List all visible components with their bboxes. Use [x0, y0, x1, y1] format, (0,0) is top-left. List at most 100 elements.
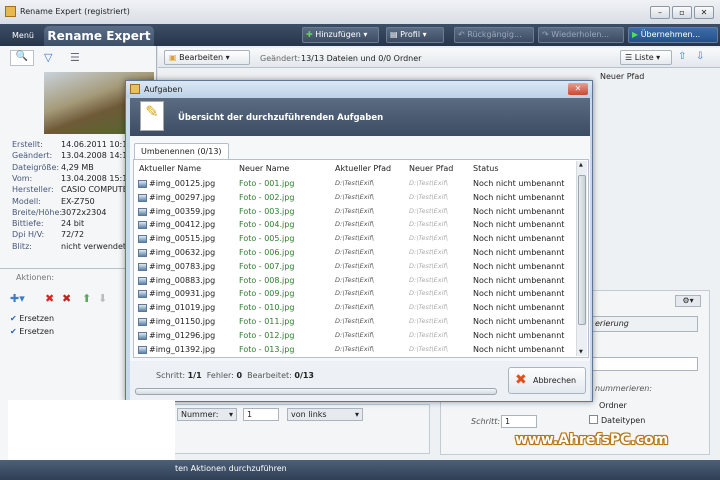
view-select[interactable]: ☰ Liste ▾ — [620, 50, 672, 65]
current-path: D:\Test\Exif\ — [335, 344, 374, 353]
numbering-field[interactable]: erierung — [591, 316, 698, 332]
current-path: D:\Test\Exif\ — [335, 206, 374, 215]
progress-bar — [135, 388, 497, 395]
table-row[interactable]: #img_01392.jpg Foto - 013.jpg D:\Test\Ex… — [136, 343, 576, 357]
scroll-thumb[interactable] — [578, 175, 586, 325]
step-stepper[interactable]: 1 — [501, 415, 537, 428]
number-select[interactable]: Nummer: ▾ — [177, 408, 237, 421]
folder-checkbox-label[interactable]: Ordner — [599, 401, 627, 410]
text-field[interactable] — [591, 357, 698, 371]
new-path: D:\Test\Exif\ — [409, 275, 448, 284]
table-row[interactable]: #img_00125.jpg Foto - 001.jpg D:\Test\Ex… — [136, 177, 576, 191]
arrow-down-icon[interactable]: ⇩ — [696, 51, 704, 62]
table-row[interactable]: #img_00632.jpg Foto - 006.jpg D:\Test\Ex… — [136, 246, 576, 260]
table-row[interactable]: #img_01150.jpg Foto - 011.jpg D:\Test\Ex… — [136, 315, 576, 329]
status: Noch nicht umbenannt — [473, 248, 565, 257]
new-name: Foto - 005.jpg — [239, 234, 295, 244]
table-row[interactable]: #img_00297.jpg Foto - 002.jpg D:\Test\Ex… — [136, 191, 576, 205]
action-item[interactable]: ✔ Ersetzen — [10, 327, 54, 336]
add-button[interactable]: ✚ Hinzufügen ▾ — [302, 27, 379, 43]
app-icon — [5, 6, 16, 17]
column-header[interactable]: Neuer Name — [239, 164, 289, 173]
number-stepper[interactable]: 1 — [243, 408, 279, 421]
undo-button[interactable]: ↶ Rückgängig... — [454, 27, 534, 43]
image-file-icon — [138, 276, 147, 285]
info-value: 4,29 MB — [61, 162, 94, 172]
status: Noch nicht umbenannt — [473, 330, 565, 340]
filter-icon[interactable]: ▽ — [44, 51, 52, 64]
profile-button[interactable]: ▤ Profil ▾ — [386, 27, 444, 43]
task-list: Aktueller Name Neuer Name Aktueller Pfad… — [133, 159, 589, 358]
dialog-banner: ✎ Übersicht der durchzuführenden Aufgabe… — [130, 98, 590, 136]
profile-icon: ▤ — [390, 30, 401, 39]
cancel-button[interactable]: ✖ Abbrechen — [508, 367, 586, 394]
current-path: D:\Test\Exif\ — [335, 275, 374, 284]
search-tab-icon[interactable]: 🔍 — [10, 50, 34, 66]
move-up-icon[interactable]: ⬆ — [82, 292, 91, 305]
dialog-titlebar: Aufgaben ✕ — [126, 81, 592, 98]
scrollbar[interactable]: ▲ ▼ — [576, 161, 587, 356]
maximize-button[interactable]: ▫ — [672, 6, 692, 19]
apply-button[interactable]: ▶ Übernehmen... — [628, 27, 718, 43]
new-path: D:\Test\Exif\ — [409, 330, 448, 339]
table-row[interactable]: #img_00359.jpg Foto - 003.jpg D:\Test\Ex… — [136, 205, 576, 219]
app-tab[interactable]: Rename Expert — [44, 26, 154, 46]
table-row[interactable]: #img_00931.jpg Foto - 009.jpg D:\Test\Ex… — [136, 287, 576, 301]
image-file-icon — [138, 290, 147, 299]
table-row[interactable]: #img_00412.jpg Foto - 004.jpg D:\Test\Ex… — [136, 218, 576, 232]
delete-all-icon[interactable]: ✖ — [62, 292, 71, 305]
column-header[interactable]: Aktueller Pfad — [335, 164, 391, 173]
scroll-down-icon[interactable]: ▼ — [579, 349, 583, 355]
table-row[interactable]: #img_01296.jpg Foto - 012.jpg D:\Test\Ex… — [136, 329, 576, 343]
tasks-dialog: Aufgaben ✕ ✎ Übersicht der durchzuführen… — [125, 80, 593, 402]
settings-icon[interactable]: ⚙▾ — [675, 295, 701, 307]
status: Noch nicht umbenannt — [473, 206, 565, 216]
table-row[interactable]: #img_00883.jpg Foto - 008.jpg D:\Test\Ex… — [136, 274, 576, 288]
table-row[interactable]: #img_00515.jpg Foto - 005.jpg D:\Test\Ex… — [136, 232, 576, 246]
minimize-button[interactable]: – — [650, 6, 670, 19]
current-name: #img_01296.jpg — [149, 330, 216, 340]
table-row[interactable]: #img_01019.jpg Foto - 010.jpg D:\Test\Ex… — [136, 301, 576, 315]
new-name: Foto - 009.jpg — [239, 289, 295, 299]
new-name: Foto - 006.jpg — [239, 248, 295, 257]
info-value: nicht verwendet — [61, 241, 127, 251]
filetypes-checkbox[interactable] — [589, 415, 598, 424]
column-header[interactable]: Aktueller Name — [139, 164, 201, 173]
status: Noch nicht umbenannt — [473, 179, 565, 188]
current-name: #img_00359.jpg — [149, 206, 216, 216]
menu-button[interactable]: Menü — [12, 31, 34, 40]
from-select[interactable]: von links ▾ — [287, 408, 363, 421]
list-icon[interactable]: ☰ — [70, 51, 80, 64]
current-name: #img_00515.jpg — [149, 234, 216, 244]
current-path: D:\Test\Exif\ — [335, 317, 374, 325]
add-action-button[interactable]: ✚▾ — [10, 292, 25, 305]
redo-button[interactable]: ↷ Wiederholen... — [538, 27, 624, 43]
column-header[interactable]: Neuer Pfad — [409, 164, 453, 173]
delete-icon[interactable]: ✖ — [45, 292, 54, 305]
dialog-close-button[interactable]: ✕ — [568, 83, 588, 95]
arrow-up-icon[interactable]: ⇧ — [678, 51, 686, 62]
status: Noch nicht umbenannt — [473, 303, 565, 313]
current-name: #img_01150.jpg — [149, 317, 216, 326]
current-name: #img_00632.jpg — [149, 248, 216, 257]
action-item[interactable]: ✔ Ersetzen — [10, 314, 54, 323]
close-button[interactable]: ✕ — [694, 6, 714, 19]
dialog-footer: Schritt: 1/1 Fehler: 0 Bearbeitet: 0/13 … — [130, 361, 590, 401]
table-row[interactable]: #img_00783.jpg Foto - 007.jpg D:\Test\Ex… — [136, 260, 576, 274]
move-down-icon[interactable]: ⬇ — [98, 292, 107, 305]
current-name: #img_00931.jpg — [149, 289, 216, 299]
image-file-icon — [138, 331, 147, 340]
status: Noch nicht umbenannt — [473, 261, 565, 271]
window-title: Rename Expert (registriert) — [20, 7, 130, 16]
new-name: Foto - 012.jpg — [239, 330, 295, 340]
info-value: 24 bit — [61, 219, 85, 229]
current-name: #img_00125.jpg — [149, 179, 216, 188]
scroll-up-icon[interactable]: ▲ — [579, 162, 583, 168]
new-path: D:\Test\Exif\ — [409, 261, 448, 270]
current-path: D:\Test\Exif\ — [335, 220, 374, 229]
tab-rename[interactable]: Umbenennen (0/13) — [134, 143, 229, 159]
edit-button[interactable]: ▣ Bearbeiten ▾ — [164, 50, 250, 65]
new-name: Foto - 013.jpg — [239, 344, 295, 354]
column-header[interactable]: Status — [473, 164, 499, 173]
changed-value: 13/13 Dateien und 0/0 Ordner — [301, 54, 422, 63]
